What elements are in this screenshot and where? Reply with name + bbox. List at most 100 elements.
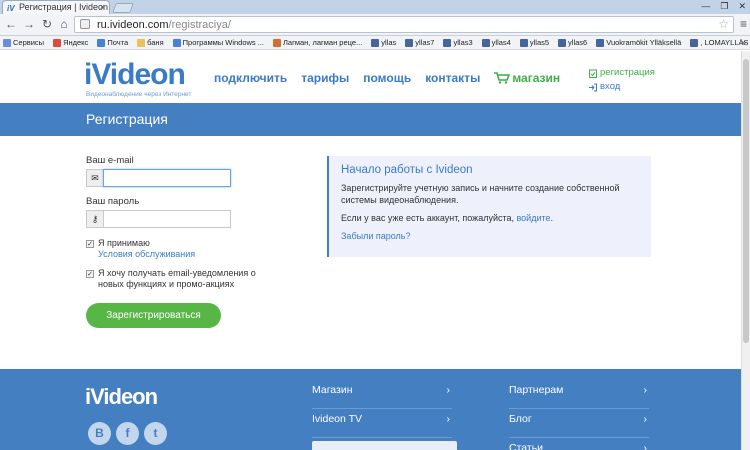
footer-link-blog[interactable]: Блог › <box>509 413 649 438</box>
browser-toolbar: ← → ↻ ⌂ ru.ivideon.com/registraciya/ ☆ ≡ <box>0 14 750 36</box>
scrollbar-thumb[interactable] <box>743 59 749 343</box>
clipboard-check-icon <box>589 69 597 78</box>
maximize-icon[interactable]: ❐ <box>720 1 728 12</box>
newsletter-text: Я хочу получать email-уведомления о новы… <box>98 268 256 289</box>
bookmark-item[interactable]: Лагман, лагман реце... <box>270 38 362 47</box>
footer-link-articles[interactable]: Статьи › <box>509 442 649 450</box>
close-tab-icon[interactable]: × <box>100 1 105 13</box>
new-tab-button[interactable] <box>112 3 134 13</box>
info-login-text: Если у вас уже есть аккаунт, пожалуйста,… <box>341 213 554 223</box>
footer-col-1: Магазин › Ivideon TV › <box>312 384 452 438</box>
ivideon-logo[interactable]: iVideon <box>84 60 186 90</box>
bookmark-label: Лагман, лагман реце... <box>283 38 363 47</box>
bookmark-favicon-icon <box>481 38 490 47</box>
login-link[interactable]: вход <box>589 80 655 94</box>
browser-menu-icon[interactable]: ≡ <box>740 17 747 31</box>
forward-arrow-icon[interactable]: → <box>22 17 36 31</box>
nav-contacts[interactable]: контакты <box>425 71 480 85</box>
footer-link-partners[interactable]: Партнерам › <box>509 384 649 409</box>
window-controls: — ❐ ✕ <box>701 1 746 12</box>
login-arrow-icon <box>589 83 597 91</box>
auth-links: регистрация вход <box>589 66 655 94</box>
minimize-icon[interactable]: — <box>701 1 710 12</box>
chevron-right-icon: › <box>643 384 648 396</box>
email-field[interactable] <box>103 169 231 187</box>
bookmark-item[interactable]: yllas6 <box>555 38 587 47</box>
newsletter-row: ✓ Я хочу получать email-уведомления о но… <box>86 268 286 290</box>
main-nav: подключить тарифы помощь контакты магази… <box>214 71 560 85</box>
terms-row: ✓ Я принимаю Условия обслуживания <box>86 238 286 260</box>
vk-icon[interactable]: В <box>88 422 111 445</box>
password-field-wrap: ⚷ <box>86 210 286 228</box>
bookmark-favicon-icon <box>443 38 452 47</box>
logo-tagline: Видеонаблюдение через Интернет <box>86 91 192 98</box>
address-url: ru.ivideon.com/registraciya/ <box>97 19 231 31</box>
bookmark-item[interactable]: Почта <box>94 38 128 47</box>
cart-icon <box>494 72 511 84</box>
chevron-right-icon: › <box>643 442 648 450</box>
bookmark-item[interactable]: yllas <box>368 38 396 47</box>
bookmark-item[interactable]: Сервисы <box>0 38 44 47</box>
page-title: Регистрация <box>86 111 168 127</box>
close-window-icon[interactable]: ✕ <box>738 1 746 12</box>
page-scrollbar[interactable] <box>741 51 750 450</box>
bookmark-item[interactable]: yllas4 <box>479 38 511 47</box>
bookmark-item[interactable]: Программы Windows ... <box>170 38 264 47</box>
reload-icon[interactable]: ↻ <box>40 17 54 31</box>
bookmark-item[interactable]: yllas5 <box>517 38 549 47</box>
page-info-icon[interactable] <box>80 19 90 29</box>
more-bookmarks-icon[interactable]: » <box>742 38 746 47</box>
bookmark-label: Яндекс <box>63 38 89 47</box>
bookmark-item[interactable]: yllas3 <box>440 38 473 47</box>
footer-promo-image[interactable] <box>312 441 457 450</box>
bookmark-favicon-icon <box>97 38 106 47</box>
tab-title: Регистрация | Ivideon <box>19 2 108 12</box>
footer-col-2: Партнерам › Блог › Статьи › <box>509 384 649 450</box>
chevron-right-icon: › <box>446 413 451 425</box>
bookmark-label: yllas <box>381 38 397 47</box>
footer-logo[interactable]: iVideon <box>85 384 158 410</box>
bookmark-label: Сервисы <box>13 38 45 47</box>
terms-checkbox[interactable]: ✓ <box>86 240 94 248</box>
ivideon-favicon-icon: iV <box>7 4 15 13</box>
footer-link-shop[interactable]: Магазин › <box>312 384 452 409</box>
browser-tab-active[interactable]: iV Регистрация | Ivideon × <box>2 0 110 14</box>
password-field[interactable] <box>103 210 231 228</box>
info-title: Начало работы с Ivideon <box>341 164 473 176</box>
info-text: Зарегистрируйте учетную запись и начните… <box>341 183 620 205</box>
home-icon[interactable]: ⌂ <box>57 17 71 31</box>
bookmark-item[interactable]: баня <box>134 38 164 47</box>
register-link[interactable]: регистрация <box>589 66 655 80</box>
site-header: iVideon Видеонаблюдение через Интернет п… <box>0 51 741 103</box>
nav-tariffs[interactable]: тарифы <box>301 71 349 85</box>
footer-link-tv[interactable]: Ivideon TV › <box>312 413 452 438</box>
nav-help[interactable]: помощь <box>363 71 411 85</box>
login-inline-link[interactable]: войдите <box>517 213 551 223</box>
bookmark-label: yllas3 <box>453 38 473 47</box>
twitter-icon[interactable]: t <box>144 422 167 445</box>
bookmark-item[interactable]: Vuokramökit Ylläksellä <box>593 38 681 47</box>
newsletter-checkbox[interactable]: ✓ <box>86 270 94 278</box>
forgot-password-link[interactable]: Забыли пароль? <box>341 230 639 242</box>
envelope-icon: ✉ <box>86 169 103 187</box>
bookmark-label: Vuokramökit Ylläksellä <box>606 38 682 47</box>
nav-connect[interactable]: подключить <box>214 71 287 85</box>
register-button[interactable]: Зарегистрироваться <box>86 303 221 328</box>
bookmark-label: Почта <box>107 38 129 47</box>
page-title-bar: Регистрация <box>0 103 741 136</box>
terms-link[interactable]: Условия обслуживания <box>98 249 195 259</box>
bookmark-star-icon[interactable]: ☆ <box>718 17 729 31</box>
site-footer: iVideon В f t Магазин › Ivideon TV › Партн… <box>0 369 741 450</box>
bookmark-item[interactable]: Яндекс <box>50 38 88 47</box>
nav-shop[interactable]: магазин <box>494 71 560 85</box>
bookmark-label: баня <box>147 38 164 47</box>
address-bar[interactable]: ru.ivideon.com/registraciya/ ☆ <box>74 16 734 33</box>
bookmark-favicon-icon <box>273 38 281 47</box>
facebook-icon[interactable]: f <box>116 422 139 445</box>
back-arrow-icon[interactable]: ← <box>4 17 18 31</box>
bookmark-item[interactable]: yllas7 <box>402 38 434 47</box>
info-box: Начало работы с Ivideon Зарегистрируйте … <box>327 156 651 257</box>
email-label: Ваш e-mail <box>86 155 134 166</box>
registration-form: Ваш e-mail ✉ Ваш пароль ⚷ ✓ Я принимаю У… <box>86 155 286 328</box>
bookmark-label: yllas6 <box>568 38 588 47</box>
